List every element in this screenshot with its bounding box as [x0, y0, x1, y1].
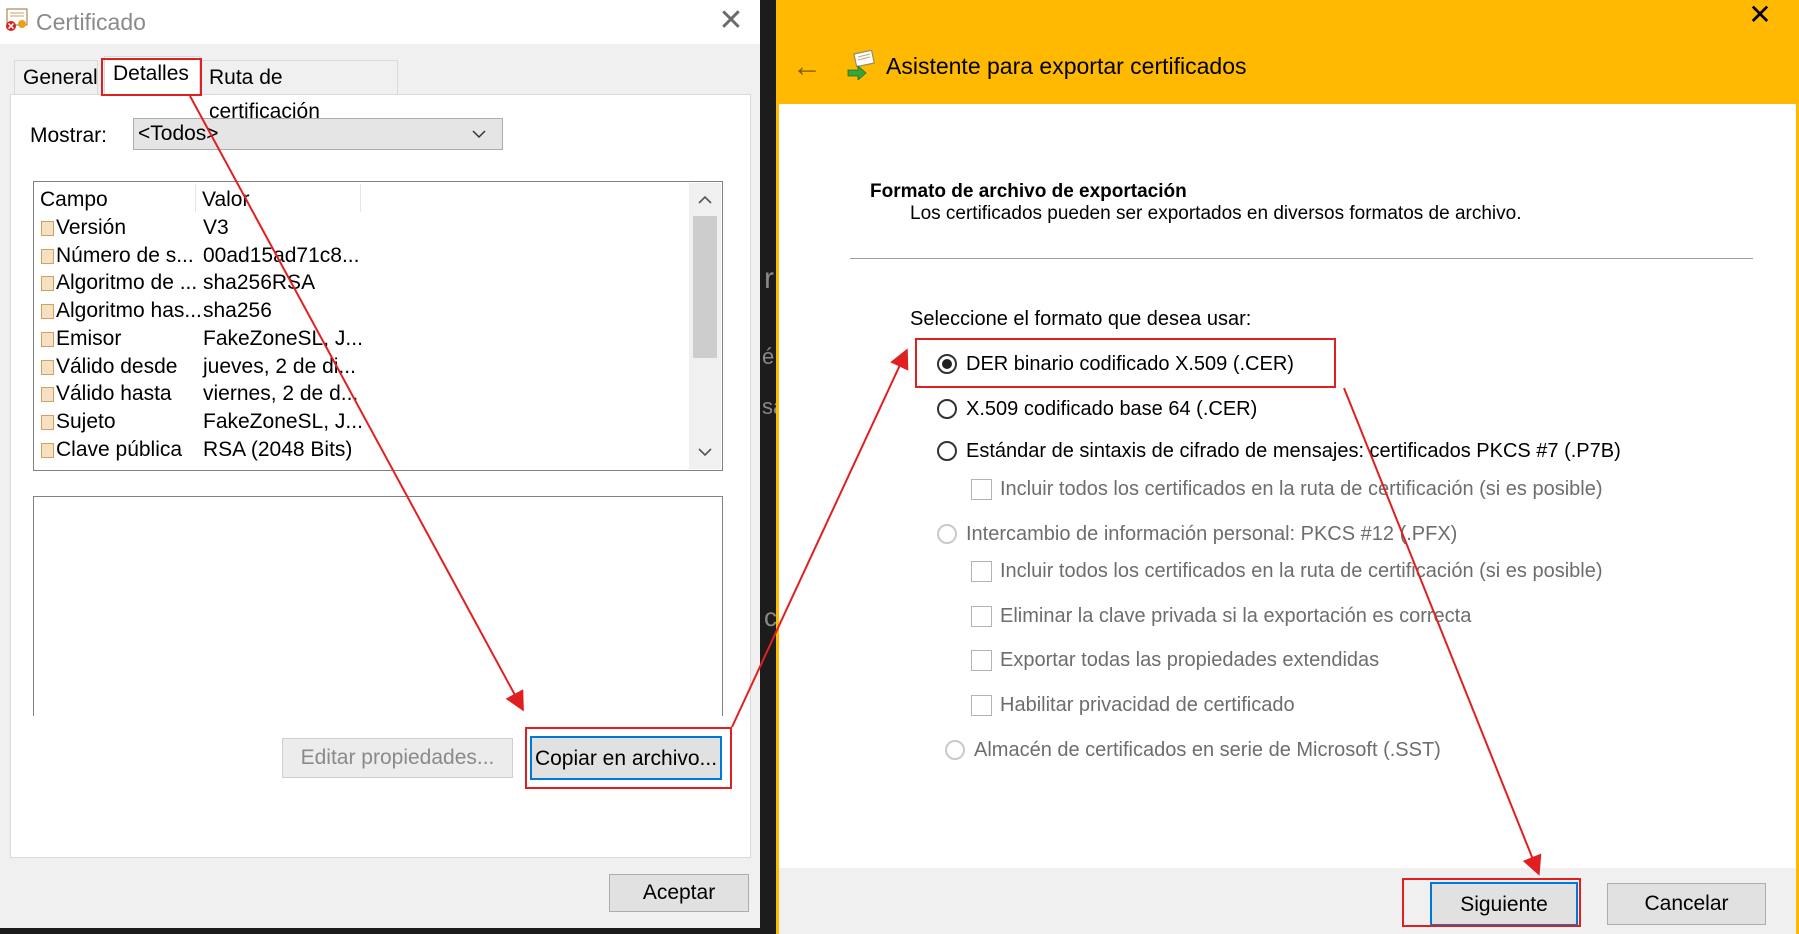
- close-icon[interactable]: ✕: [714, 4, 748, 38]
- field-value[interactable]: RSA (2048 Bits): [203, 438, 352, 462]
- tab-certification-path[interactable]: Ruta de certificación: [200, 60, 398, 123]
- checkbox-label[interactable]: Exportar todas las propiedades extendida…: [1000, 649, 1379, 672]
- column-divider: [360, 184, 361, 212]
- field-value[interactable]: 00ad15ad71c8...: [203, 244, 359, 268]
- window-border: [776, 0, 779, 934]
- field-icon: [41, 276, 54, 291]
- field-name[interactable]: Algoritmo de ...: [56, 271, 197, 295]
- field-value[interactable]: viernes, 2 de d...: [203, 382, 358, 406]
- field-name[interactable]: Clave pública: [56, 438, 182, 462]
- wizard-title: Asistente para exportar certificados: [886, 53, 1247, 79]
- annotation-box-next-button: [1402, 878, 1581, 927]
- annotation-box-details-tab: [101, 58, 202, 96]
- fields-list[interactable]: [33, 181, 723, 471]
- show-label: Mostrar:: [30, 124, 108, 147]
- field-name[interactable]: Número de s...: [56, 244, 194, 268]
- background-text-fragment: r: [764, 262, 774, 295]
- format-prompt: Seleccione el formato que desea usar:: [910, 308, 1252, 330]
- checkbox-delete-private-key[interactable]: [971, 606, 992, 627]
- field-icon: [41, 304, 54, 319]
- option-label-pfx: Intercambio de información personal: PKC…: [966, 523, 1458, 545]
- field-name[interactable]: Válido desde: [56, 355, 177, 379]
- wizard-titlebar: [776, 0, 1799, 104]
- field-name[interactable]: Sujeto: [56, 410, 116, 434]
- annotation-box-copy-button: [525, 727, 732, 789]
- certificate-icon: [6, 8, 28, 31]
- show-dropdown[interactable]: <Todos>: [133, 118, 503, 150]
- cancel-button[interactable]: Cancelar: [1607, 883, 1766, 925]
- field-name[interactable]: Versión: [56, 216, 126, 240]
- field-value[interactable]: sha256RSA: [203, 271, 315, 295]
- annotation-box-der-option: [915, 338, 1336, 388]
- background-text-fragment: é: [762, 344, 775, 369]
- option-label-sst: Almacén de certificados en serie de Micr…: [974, 739, 1441, 761]
- checkbox-export-extended-properties[interactable]: [971, 650, 992, 671]
- option-label-base64[interactable]: X.509 codificado base 64 (.CER): [966, 398, 1257, 421]
- radio-sst: [945, 740, 965, 760]
- back-arrow-icon[interactable]: ←: [792, 50, 822, 84]
- radio-base64[interactable]: [937, 399, 957, 419]
- field-name[interactable]: Válido hasta: [56, 382, 172, 406]
- checkbox-enable-privacy[interactable]: [971, 695, 992, 716]
- field-icon: [41, 415, 54, 430]
- close-icon[interactable]: ✕: [1740, 0, 1780, 30]
- field-name[interactable]: Emisor: [56, 327, 121, 351]
- field-value[interactable]: FakeZoneSL, J...: [203, 410, 363, 434]
- field-name[interactable]: Algoritmo has...: [56, 299, 202, 323]
- checkbox-include-path-pkcs7[interactable]: [971, 479, 992, 500]
- field-icon: [41, 332, 54, 347]
- section-description: Los certificados pueden ser exportados e…: [910, 203, 1522, 224]
- column-header-value[interactable]: Valor: [202, 188, 249, 212]
- checkbox-label[interactable]: Incluir todos los certificados en la rut…: [1000, 478, 1603, 501]
- field-value[interactable]: sha256: [203, 299, 272, 323]
- radio-pkcs7[interactable]: [937, 441, 957, 461]
- field-detail-box: [33, 496, 723, 716]
- scroll-up-icon[interactable]: [689, 188, 721, 212]
- radio-pfx: [937, 524, 957, 544]
- tab-general[interactable]: General: [14, 60, 98, 94]
- field-icon: [41, 249, 54, 264]
- field-value[interactable]: FakeZoneSL, J...: [203, 327, 363, 351]
- separator: [850, 258, 1753, 259]
- field-icon: [41, 221, 54, 236]
- checkbox-label[interactable]: Habilitar privacidad de certificado: [1000, 694, 1295, 717]
- field-icon: [41, 360, 54, 375]
- option-label-pkcs7[interactable]: Estándar de sintaxis de cifrado de mensa…: [966, 440, 1621, 463]
- accept-button[interactable]: Aceptar: [609, 874, 749, 912]
- checkbox-label[interactable]: Incluir todos los certificados en la rut…: [1000, 560, 1603, 583]
- field-icon: [41, 387, 54, 402]
- checkbox-label[interactable]: Eliminar la clave privada si la exportac…: [1000, 605, 1471, 628]
- export-wizard-window: [776, 0, 1799, 934]
- checkbox-include-path-pfx[interactable]: [971, 561, 992, 582]
- field-value[interactable]: V3: [203, 216, 229, 240]
- field-value[interactable]: jueves, 2 de di...: [203, 355, 356, 379]
- column-divider: [195, 184, 196, 212]
- column-header-field[interactable]: Campo: [40, 188, 108, 212]
- chevron-down-icon: [472, 130, 486, 139]
- edit-properties-button[interactable]: Editar propiedades...: [282, 738, 513, 778]
- field-icon: [41, 443, 54, 458]
- scroll-down-icon[interactable]: [689, 440, 721, 464]
- window-title: Certificado: [36, 9, 146, 35]
- scrollbar-thumb[interactable]: [693, 216, 717, 358]
- section-title: Formato de archivo de exportación: [870, 181, 1187, 202]
- certificate-export-icon: [847, 50, 875, 80]
